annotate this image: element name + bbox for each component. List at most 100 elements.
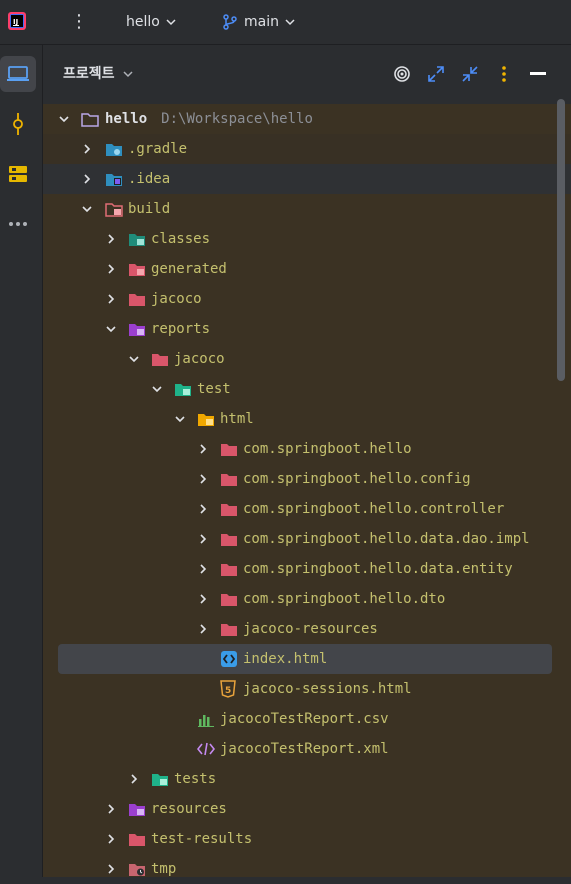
tree-row[interactable]: test [43,374,571,404]
tree-row[interactable]: build [43,194,571,224]
chevron-right-icon[interactable] [197,563,209,575]
tree-row[interactable]: tmp [43,854,571,884]
folder-icon [221,564,237,576]
tree-row[interactable]: classes [43,224,571,254]
test-folder-icon [152,774,168,786]
tree-row-root[interactable]: hello D:\Workspace\hello [43,104,571,134]
folder-icon [221,534,237,546]
tree-row[interactable]: com.springboot.hello.data.entity [43,554,571,584]
title-bar: IJ ⋮ hello main [0,0,571,45]
tree-item-label: com.springboot.hello [243,441,412,457]
tree-item-label: jacocoTestReport.xml [220,741,389,757]
tree-row-selected[interactable]: index.html [58,644,552,674]
tree-item-label: reports [151,321,211,337]
tree-row[interactable]: test-results [43,824,571,854]
tree-row[interactable]: com.springboot.hello.dto [43,584,571,614]
chevron-down-icon[interactable] [174,413,186,425]
chevron-right-icon[interactable] [105,263,117,275]
tree-row[interactable]: reports [43,314,571,344]
more-icon [9,222,27,226]
chevron-right-icon[interactable] [81,173,93,185]
project-name: hello [126,14,160,30]
tree-row[interactable]: com.springboot.hello [43,434,571,464]
project-selector[interactable]: hello [126,12,176,32]
chevron-down-icon[interactable] [128,353,140,365]
project-tool-button[interactable] [0,56,36,92]
tree-row[interactable]: 5 jacoco-sessions.html [43,674,571,704]
project-icon [7,66,29,81]
xml-file-icon [197,742,215,756]
classes-folder-icon [129,234,145,246]
panel-title: 프로젝트 [63,66,115,82]
chevron-right-icon[interactable] [105,293,117,305]
folder-icon [221,444,237,456]
tree-item-label: test [197,381,231,397]
commit-tool-button[interactable] [0,106,36,142]
tree-item-label: com.springboot.hello.config [243,471,471,487]
chevron-right-icon[interactable] [128,773,140,785]
svg-text:5: 5 [225,686,231,696]
chevron-right-icon[interactable] [105,233,117,245]
chevron-right-icon[interactable] [197,443,209,455]
chevron-right-icon[interactable] [197,533,209,545]
folder-icon [129,294,145,306]
chevron-down-icon[interactable] [81,203,93,215]
hide-icon [530,72,546,75]
tree-item-label: jacoco-resources [243,621,378,637]
chevron-right-icon[interactable] [197,503,209,515]
kebab-menu-icon: ⋮ [70,11,88,32]
chevron-down-icon[interactable] [151,383,163,395]
folder-icon [81,113,99,127]
structure-tool-button[interactable] [0,156,36,192]
chevron-right-icon[interactable] [81,143,93,155]
tree-item-label: tmp [151,861,177,877]
tree-row[interactable]: com.springboot.hello.controller [43,494,571,524]
gradle-folder-icon [106,144,122,156]
tree-row[interactable]: jacocoTestReport.csv [43,704,571,734]
chevron-right-icon[interactable] [105,833,117,845]
expand-all-button[interactable] [426,64,446,84]
tree-row[interactable]: jacocoTestReport.xml [43,734,571,764]
intellij-logo-icon[interactable]: IJ [8,12,26,30]
tree-row[interactable]: html [43,404,571,434]
project-tree[interactable]: hello D:\Workspace\hello .gradle .idea bu… [43,104,571,877]
tree-item-label: com.springboot.hello.controller [243,501,505,517]
tree-row[interactable]: .idea [43,164,571,194]
build-folder-icon [105,203,123,217]
root-path: D:\Workspace\hello [161,111,313,127]
chevron-right-icon[interactable] [197,473,209,485]
hide-button[interactable] [528,64,548,84]
panel-title-dropdown[interactable]: 프로젝트 [63,64,133,84]
chevron-right-icon[interactable] [105,863,117,875]
tree-row[interactable]: tests [43,764,571,794]
generated-folder-icon [129,264,145,276]
html-file-icon [221,651,237,667]
tmp-folder-icon [129,864,145,876]
chevron-down-icon[interactable] [105,323,117,335]
more-tools-button[interactable] [0,206,36,242]
tree-row[interactable]: com.springboot.hello.data.dao.impl [43,524,571,554]
tree-item-label: classes [151,231,211,247]
chevron-right-icon[interactable] [197,593,209,605]
chevron-right-icon[interactable] [105,803,117,815]
tree-row[interactable]: generated [43,254,571,284]
commit-icon [13,113,23,135]
branch-selector[interactable]: main [222,12,295,32]
main-menu-button[interactable]: ⋮ [70,12,88,32]
tree-row[interactable]: jacoco [43,284,571,314]
tree-row[interactable]: com.springboot.hello.config [43,464,571,494]
tree-item-label: build [128,201,171,217]
tree-row[interactable]: resources [43,794,571,824]
vertical-scrollbar[interactable] [557,99,565,381]
tree-row[interactable]: jacoco-resources [43,614,571,644]
tree-item-label: resources [151,801,227,817]
chevron-right-icon[interactable] [197,623,209,635]
tree-item-label: generated [151,261,227,277]
collapse-all-button[interactable] [460,64,480,84]
options-button[interactable] [494,64,514,84]
svg-text:IJ: IJ [13,18,18,26]
chevron-down-icon[interactable] [58,113,70,125]
tree-row[interactable]: .gradle [43,134,571,164]
tree-row[interactable]: jacoco [43,344,571,374]
locate-button[interactable] [392,64,412,84]
